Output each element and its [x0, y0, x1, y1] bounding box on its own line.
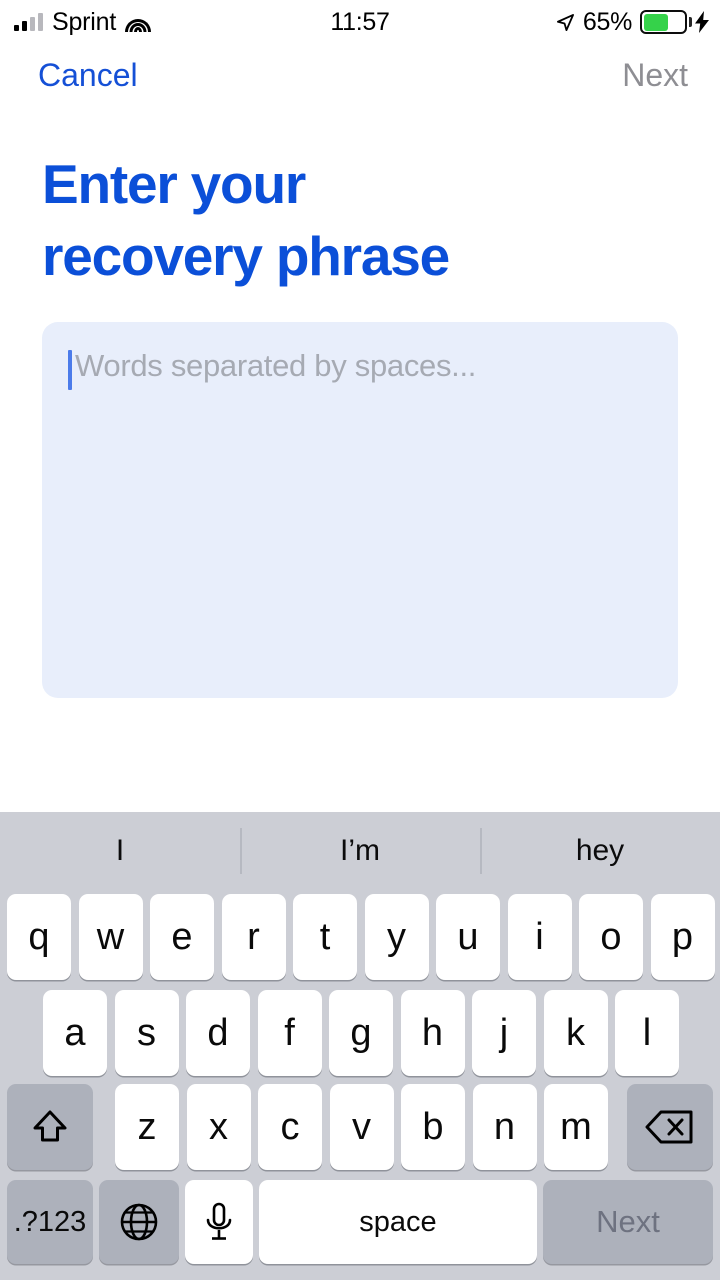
key-a[interactable]: a — [43, 990, 107, 1076]
shift-arrow-icon — [33, 1110, 67, 1142]
battery-icon — [640, 10, 692, 34]
key-s[interactable]: s — [114, 990, 179, 1076]
key-n[interactable]: n — [472, 1084, 537, 1170]
battery-percent-label: 65% — [582, 7, 632, 36]
key-b[interactable]: b — [401, 1084, 465, 1170]
globe-key[interactable] — [99, 1180, 179, 1264]
backspace-key[interactable] — [627, 1084, 713, 1170]
keyboard-row-4: .?123 space Next — [0, 1178, 720, 1274]
keyboard-row-1: qwertyuiop — [0, 890, 720, 986]
key-r[interactable]: r — [221, 894, 286, 980]
key-j[interactable]: j — [472, 990, 536, 1076]
numeric-mode-key[interactable]: .?123 — [7, 1180, 93, 1264]
suggestion-item[interactable]: I — [0, 812, 240, 890]
input-placeholder: Words separated by spaces... — [75, 348, 477, 383]
key-x[interactable]: x — [186, 1084, 251, 1170]
backspace-delete-icon — [645, 1110, 693, 1144]
page-title-line-1: Enter your — [42, 153, 306, 215]
predictive-suggestion-bar: I I’m hey — [0, 812, 720, 890]
key-d[interactable]: d — [186, 990, 250, 1076]
page-title-line-2: recovery phrase — [42, 225, 450, 287]
key-z[interactable]: z — [115, 1084, 179, 1170]
key-q[interactable]: q — [7, 894, 71, 980]
key-o[interactable]: o — [579, 894, 643, 980]
keyboard-row-2: asdfghjkl — [0, 986, 720, 1082]
shift-key[interactable] — [7, 1084, 93, 1170]
text-cursor — [68, 350, 72, 390]
key-m[interactable]: m — [544, 1084, 608, 1170]
suggestion-divider — [480, 828, 482, 874]
key-y[interactable]: y — [364, 894, 429, 980]
key-p[interactable]: p — [650, 894, 715, 980]
key-k[interactable]: k — [543, 990, 608, 1076]
key-w[interactable]: w — [78, 894, 143, 980]
location-arrow-icon — [556, 13, 574, 31]
key-i[interactable]: i — [507, 894, 572, 980]
status-bar-right: 65% — [556, 0, 709, 44]
key-e[interactable]: e — [150, 894, 214, 980]
globe-language-icon — [120, 1203, 158, 1241]
recovery-phrase-input[interactable]: Words separated by spaces... — [42, 322, 678, 698]
cancel-button[interactable]: Cancel — [38, 44, 138, 106]
return-key[interactable]: Next — [543, 1180, 713, 1264]
key-v[interactable]: v — [329, 1084, 394, 1170]
phone-screen: Sprint 11:57 65% Cancel Next Enter your … — [0, 0, 720, 1280]
page-title: Enter your recovery phrase — [42, 148, 662, 292]
lightning-bolt-icon — [695, 11, 709, 33]
suggestion-item[interactable]: hey — [480, 812, 720, 890]
microphone-icon — [206, 1202, 232, 1240]
key-t[interactable]: t — [293, 894, 357, 980]
key-f[interactable]: f — [257, 990, 322, 1076]
on-screen-keyboard: I I’m hey qwertyuiop asdfghjkl zxcvbnm .… — [0, 812, 720, 1280]
key-u[interactable]: u — [436, 894, 500, 980]
suggestion-item[interactable]: I’m — [240, 812, 480, 890]
suggestion-divider — [240, 828, 242, 874]
key-c[interactable]: c — [258, 1084, 322, 1170]
keyboard-row-3: zxcvbnm — [0, 1082, 720, 1178]
key-g[interactable]: g — [329, 990, 393, 1076]
dictation-key[interactable] — [185, 1180, 253, 1264]
space-key[interactable]: space — [259, 1180, 537, 1264]
key-l[interactable]: l — [615, 990, 679, 1076]
navigation-bar: Cancel Next — [0, 44, 720, 106]
key-h[interactable]: h — [400, 990, 465, 1076]
next-button[interactable]: Next — [622, 44, 688, 106]
status-bar: Sprint 11:57 65% — [0, 0, 720, 44]
